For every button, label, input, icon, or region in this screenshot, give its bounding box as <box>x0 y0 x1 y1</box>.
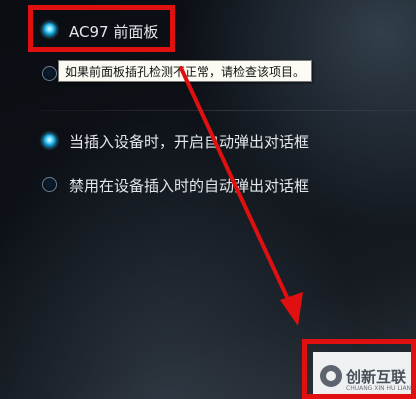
highlight-box-bottom-right <box>302 339 416 399</box>
arrow-head <box>280 292 303 326</box>
arrow-shaft <box>179 66 294 310</box>
